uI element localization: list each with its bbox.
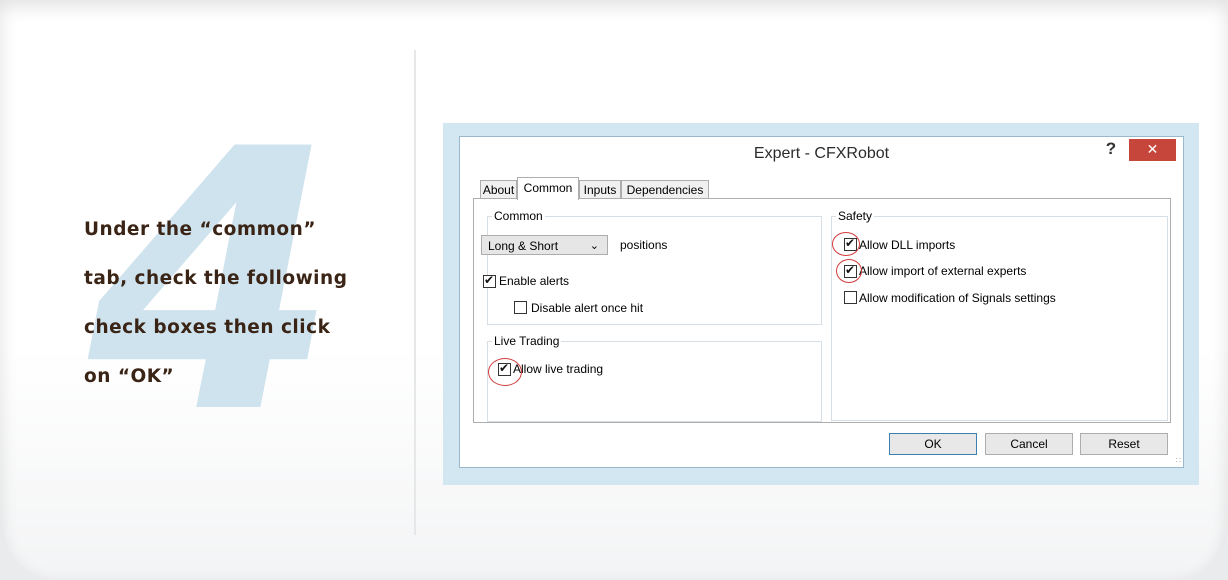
annotation-circle: [832, 232, 860, 256]
safety-group-legend: Safety: [838, 209, 873, 223]
positions-select[interactable]: Long & Short ⌄: [481, 235, 608, 255]
step-instruction: Under the “common” tab, check the follow…: [84, 219, 348, 387]
allow-modification-signals-label: Allow modification of Signals settings: [859, 291, 1056, 305]
allow-live-trading-label: Allow live trading: [513, 362, 604, 376]
positions-label: positions: [620, 238, 668, 252]
expert-dialog: Expert - CFXRobot ? ✕ About Common Input…: [459, 136, 1184, 468]
annotation-circle: [488, 358, 522, 386]
enable-alerts-checkbox[interactable]: [483, 273, 496, 288]
positions-select-value: Long & Short: [488, 239, 559, 253]
close-button[interactable]: ✕: [1129, 139, 1176, 161]
tab-inputs[interactable]: Inputs: [579, 180, 621, 199]
vertical-divider: [414, 50, 416, 535]
chevron-down-icon: ⌄: [589, 240, 599, 252]
allow-modification-signals-checkbox[interactable]: [844, 291, 857, 304]
live-trading-group: Live Trading: [487, 334, 822, 422]
enable-alerts-label: Enable alerts: [499, 274, 570, 288]
disable-alert-once-hit-label: Disable alert once hit: [531, 301, 644, 315]
tab-common[interactable]: Common: [517, 177, 579, 200]
allow-import-external-experts-label: Allow import of external experts: [859, 264, 1027, 278]
annotation-circle: [836, 259, 862, 283]
help-button[interactable]: ?: [1098, 138, 1124, 160]
resize-grip-icon[interactable]: ∷: [1176, 456, 1181, 465]
ok-button[interactable]: OK: [889, 433, 977, 455]
tab-dependencies[interactable]: Dependencies: [621, 180, 709, 199]
disable-alert-once-hit-checkbox[interactable]: [514, 301, 527, 314]
live-trading-group-legend: Live Trading: [494, 334, 560, 348]
close-icon: ✕: [1146, 142, 1159, 158]
tab-about[interactable]: About: [480, 180, 517, 199]
allow-dll-imports-label: Allow DLL imports: [859, 238, 956, 252]
common-group-legend: Common: [494, 209, 543, 223]
cancel-button[interactable]: Cancel: [985, 433, 1073, 455]
dialog-title: Expert - CFXRobot: [753, 145, 890, 162]
reset-button[interactable]: Reset: [1080, 433, 1168, 455]
